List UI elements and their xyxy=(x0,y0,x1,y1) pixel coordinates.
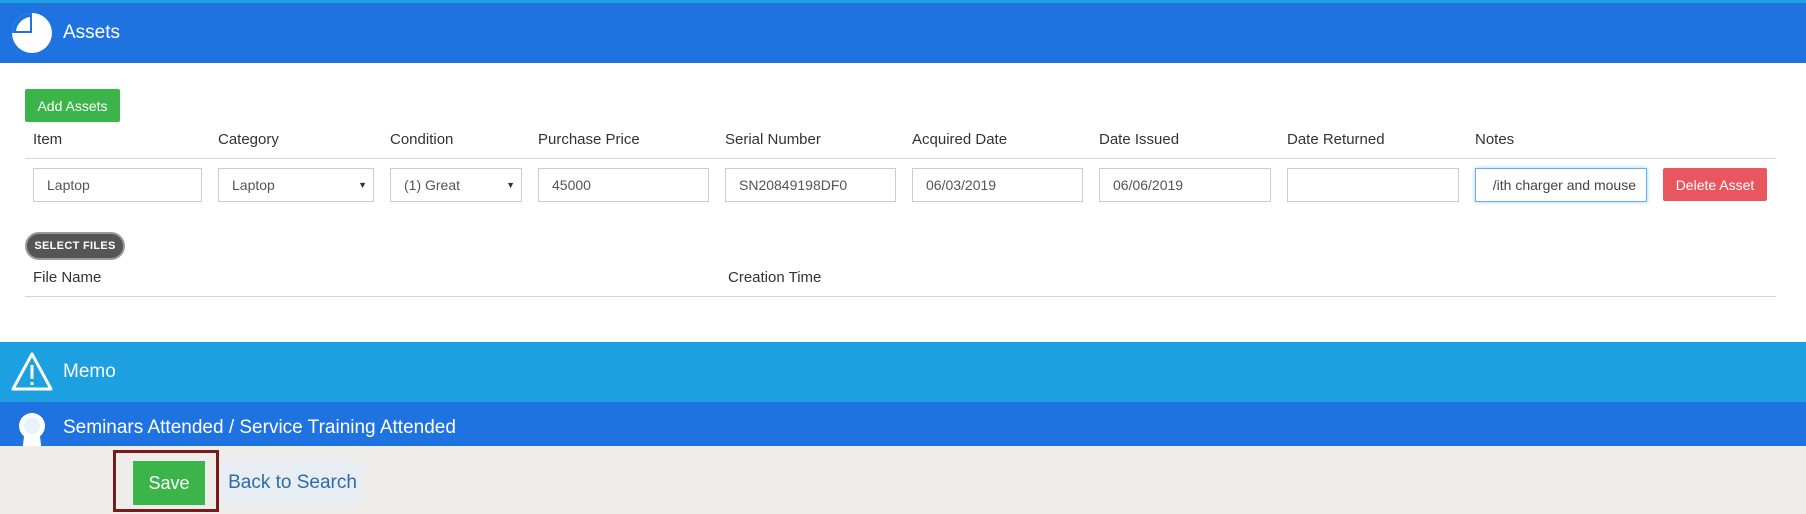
files-table-divider xyxy=(25,296,1776,297)
date-returned-input[interactable] xyxy=(1287,168,1459,202)
pie-chart-icon xyxy=(10,11,54,55)
assets-section-title: Assets xyxy=(63,22,121,43)
column-header-item: Item xyxy=(33,131,63,148)
purchase-price-input[interactable]: 45000 xyxy=(538,168,709,202)
award-ribbon-icon xyxy=(10,410,54,446)
chevron-down-icon: ▼ xyxy=(358,180,367,190)
notes-value: /ith charger and mouse xyxy=(1492,177,1636,193)
column-header-date-returned: Date Returned xyxy=(1287,131,1385,148)
table-header-divider xyxy=(25,158,1776,159)
select-files-button[interactable]: SELECT FILES xyxy=(25,232,125,260)
column-header-purchase-price: Purchase Price xyxy=(538,131,640,148)
warning-icon xyxy=(10,350,54,394)
condition-value: (1) Great xyxy=(404,177,461,193)
memo-section-header[interactable]: Memo xyxy=(0,342,1806,402)
seminars-section-title: Seminars Attended / Service Training Att… xyxy=(63,417,456,438)
back-to-search-link[interactable]: Back to Search xyxy=(222,461,363,505)
seminars-section-header[interactable]: Seminars Attended / Service Training Att… xyxy=(0,402,1806,446)
chevron-down-icon: ▼ xyxy=(506,180,515,190)
acquired-date-value: 06/03/2019 xyxy=(926,177,997,193)
delete-asset-button[interactable]: Delete Asset xyxy=(1663,168,1767,201)
date-issued-input[interactable]: 06/06/2019 xyxy=(1099,168,1271,202)
condition-select[interactable]: (1) Great ▼ xyxy=(390,168,522,202)
item-value: Laptop xyxy=(47,177,90,193)
add-assets-button[interactable]: Add Assets xyxy=(25,89,120,122)
category-value: Laptop xyxy=(232,177,275,193)
category-select[interactable]: Laptop ▼ xyxy=(218,168,374,202)
column-header-file-name: File Name xyxy=(33,269,102,286)
column-header-serial-number: Serial Number xyxy=(725,131,821,148)
item-input[interactable]: Laptop xyxy=(33,168,202,202)
column-header-creation-time: Creation Time xyxy=(728,269,822,286)
assets-section-header[interactable]: Assets xyxy=(0,3,1806,63)
serial-number-input[interactable]: SN20849198DF0 xyxy=(725,168,896,202)
save-button[interactable]: Save xyxy=(133,461,205,505)
acquired-date-input[interactable]: 06/03/2019 xyxy=(912,168,1083,202)
column-header-condition: Condition xyxy=(390,131,454,148)
column-header-acquired-date: Acquired Date xyxy=(912,131,1008,148)
serial-number-value: SN20849198DF0 xyxy=(739,177,848,193)
purchase-price-value: 45000 xyxy=(552,177,591,193)
date-issued-value: 06/06/2019 xyxy=(1113,177,1184,193)
column-header-notes: Notes xyxy=(1475,131,1515,148)
memo-section-title: Memo xyxy=(63,361,116,382)
notes-input[interactable]: /ith charger and mouse xyxy=(1475,168,1647,202)
column-header-category: Category xyxy=(218,131,279,148)
column-header-date-issued: Date Issued xyxy=(1099,131,1180,148)
